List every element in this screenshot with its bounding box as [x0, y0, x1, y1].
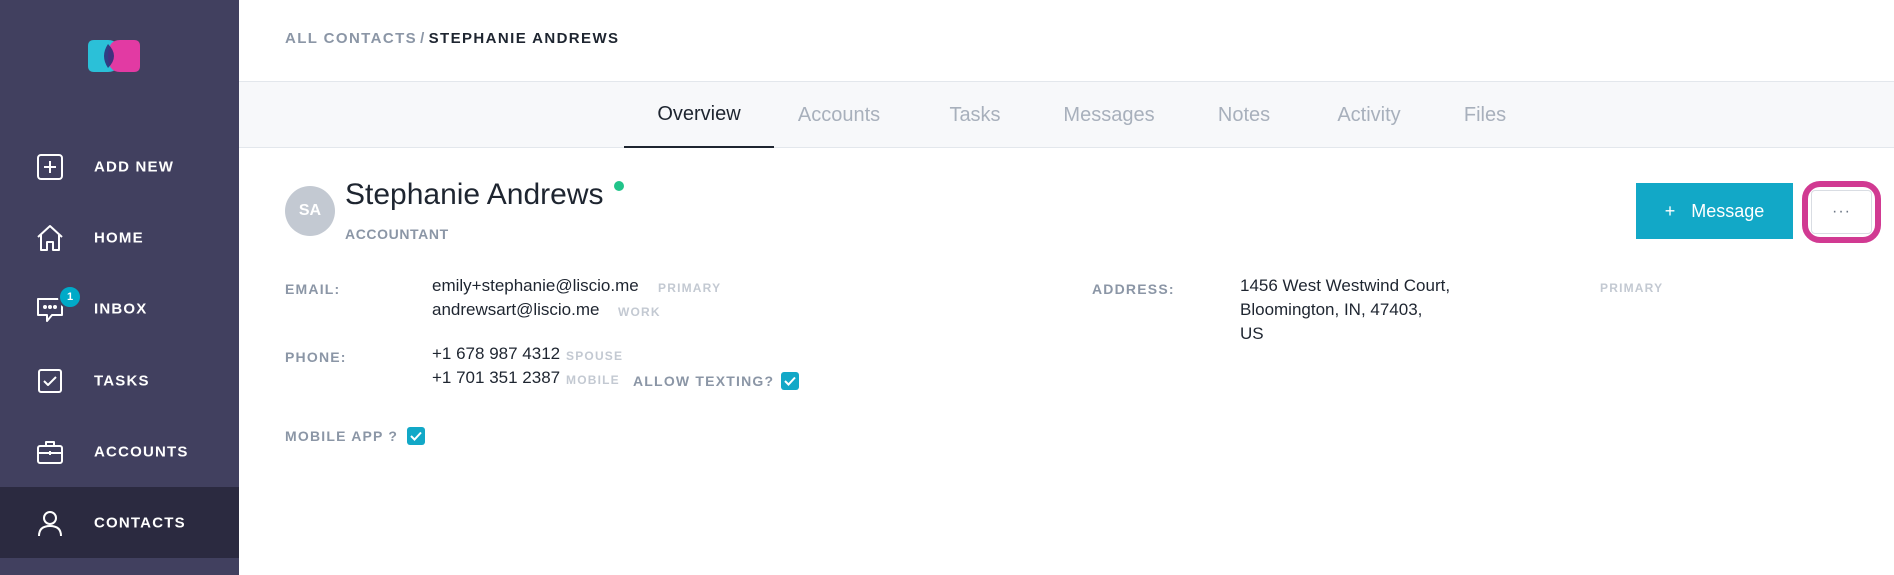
email-primary[interactable]: emily+stephanie@liscio.me [432, 276, 639, 296]
inbox-count-badge: 1 [58, 285, 82, 309]
mobile-app-label: MOBILE APP ? [285, 428, 399, 444]
sidebar-item-inbox[interactable]: 1 INBOX [0, 273, 239, 344]
checkbox-icon [35, 366, 65, 396]
more-options-button[interactable]: ··· [1811, 190, 1872, 234]
phone-mobile-tag: MOBILE [566, 373, 620, 387]
sidebar-item-label: INBOX [94, 300, 148, 317]
user-icon [35, 508, 65, 538]
breadcrumb-all-contacts[interactable]: ALL CONTACTS [285, 30, 417, 47]
phone-spouse-tag: SPOUSE [566, 349, 624, 363]
tab-activity[interactable]: Activity [1319, 82, 1419, 148]
address-value[interactable]: 1456 West Westwind Court, Bloomington, I… [1240, 274, 1450, 346]
tab-overview[interactable]: Overview [624, 82, 774, 148]
phone-mobile[interactable]: +1 701 351 2387 [432, 368, 560, 388]
tab-bar: Overview Accounts Tasks Messages Notes A… [239, 81, 1894, 148]
breadcrumb-current: STEPHANIE ANDREWS [428, 30, 620, 47]
plus-square-icon [35, 152, 65, 182]
ellipsis-icon: ··· [1832, 203, 1851, 220]
checkmark-icon [784, 376, 796, 386]
sidebar-item-label: ACCOUNTS [94, 443, 189, 460]
tab-tasks[interactable]: Tasks [939, 82, 1011, 148]
tab-messages[interactable]: Messages [1054, 82, 1164, 148]
sidebar-item-label: TASKS [94, 372, 150, 389]
breadcrumb-separator: / [420, 30, 426, 47]
home-icon [35, 223, 65, 253]
sidebar-item-contacts[interactable]: CONTACTS [0, 487, 239, 558]
plus-icon: + [1664, 200, 1676, 221]
sidebar-item-tasks[interactable]: TASKS [0, 345, 239, 416]
sidebar-item-accounts[interactable]: ACCOUNTS [0, 416, 239, 487]
avatar: SA [285, 186, 335, 236]
email-primary-tag: PRIMARY [658, 281, 722, 295]
address-line-1: 1456 West Westwind Court, [1240, 276, 1451, 295]
sidebar-item-label: HOME [94, 229, 144, 246]
email-work[interactable]: andrewsart@liscio.me [432, 300, 599, 320]
address-label: ADDRESS: [1092, 281, 1175, 297]
allow-texting-label: ALLOW TEXTING? [633, 373, 775, 389]
address-line-3: US [1240, 324, 1264, 343]
liscio-logo[interactable] [86, 38, 142, 74]
contact-role: ACCOUNTANT [345, 226, 449, 242]
briefcase-icon [35, 437, 65, 467]
sidebar: ADD NEW HOME 1 INBOX TASKS ACCOUNTS CONT… [0, 0, 239, 575]
tab-files[interactable]: Files [1449, 82, 1521, 148]
contact-name: Stephanie Andrews [345, 178, 604, 211]
message-button[interactable]: + Message [1636, 183, 1793, 239]
email-work-tag: WORK [618, 305, 661, 319]
allow-texting-checkbox[interactable] [781, 372, 799, 390]
address-primary-tag: PRIMARY [1600, 281, 1664, 295]
sidebar-item-label: CONTACTS [94, 514, 186, 531]
tab-notes[interactable]: Notes [1204, 82, 1284, 148]
sidebar-item-add-new[interactable]: ADD NEW [0, 131, 239, 202]
phone-label: PHONE: [285, 349, 347, 365]
message-button-label: Message [1691, 200, 1765, 221]
phone-spouse[interactable]: +1 678 987 4312 [432, 344, 560, 364]
sidebar-item-home[interactable]: HOME [0, 202, 239, 273]
online-status-indicator [614, 181, 624, 191]
checkmark-icon [410, 431, 422, 441]
tab-accounts[interactable]: Accounts [784, 82, 894, 148]
mobile-app-checkbox[interactable] [407, 427, 425, 445]
address-line-2: Bloomington, IN, 47403, [1240, 300, 1423, 319]
email-label: EMAIL: [285, 281, 341, 297]
sidebar-item-label: ADD NEW [94, 158, 175, 175]
breadcrumb: ALL CONTACTS / STEPHANIE ANDREWS [285, 30, 619, 47]
